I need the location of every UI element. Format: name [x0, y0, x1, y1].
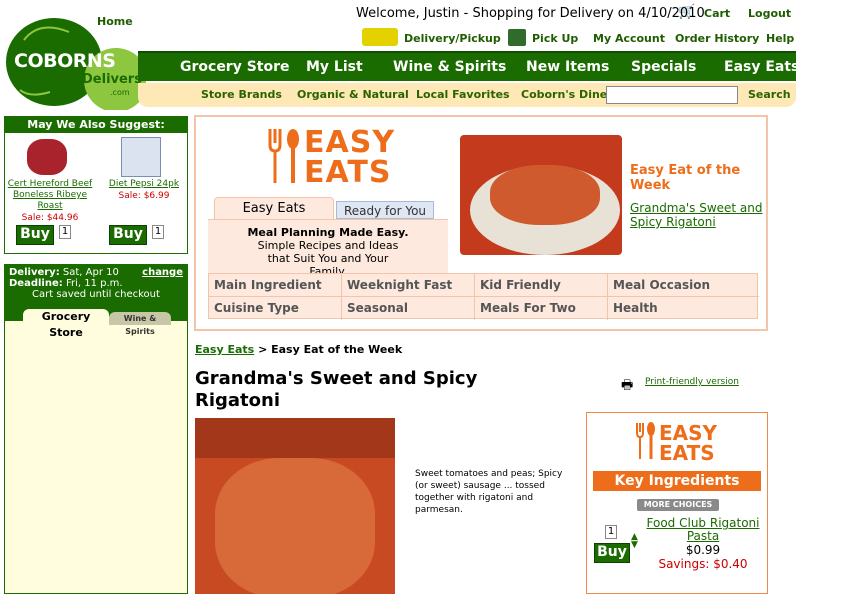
delivery-truck-icon: [362, 28, 398, 46]
logo-text: COBORNS: [14, 50, 116, 72]
ki-logo-bottom: EATS: [659, 441, 715, 465]
nav-grocery-store[interactable]: Grocery Store: [180, 59, 290, 75]
help-link[interactable]: Help: [766, 32, 794, 45]
search-button[interactable]: Search: [748, 88, 791, 101]
category-grid: Main Ingredient Weeknight Fast Kid Frien…: [208, 273, 759, 320]
easy-eats-logo-bottom: EATS: [304, 155, 392, 190]
tab-easy-eats[interactable]: Easy Eats: [214, 197, 334, 219]
more-choices-button[interactable]: MORE CHOICES: [637, 499, 719, 511]
breadcrumb-current: > Easy Eat of the Week: [254, 343, 403, 356]
main-nav: Grocery Store My List Wine & Spirits New…: [138, 51, 799, 81]
fork-spoon-icon: [268, 129, 299, 183]
recipe-title: Grandma's Sweet and Spicy Rigatoni: [195, 368, 478, 411]
subnav-store-brands[interactable]: Store Brands: [201, 88, 282, 101]
ki-item-price: $0.99: [685, 543, 721, 557]
ki-title: Key Ingredients: [593, 471, 761, 491]
qty-input[interactable]: 1: [152, 225, 164, 239]
deadline-label: Deadline:: [9, 278, 63, 289]
breadcrumb-link[interactable]: Easy Eats: [195, 343, 254, 356]
print-link[interactable]: Print-friendly version: [645, 377, 739, 387]
nav-wine-spirits[interactable]: Wine & Spirits: [393, 59, 506, 75]
pepsi-image[interactable]: [121, 137, 161, 177]
suggest-item-price: Sale: $6.99: [118, 191, 170, 201]
nav-specials[interactable]: Specials: [631, 59, 696, 75]
recipe-image: [195, 418, 395, 594]
category-cuisine-type[interactable]: Cuisine Type: [209, 297, 342, 320]
nav-my-list[interactable]: My List: [306, 59, 363, 75]
tagline-bold: Meal Planning Made Easy.: [247, 226, 409, 239]
category-meal-occasion[interactable]: Meal Occasion: [608, 274, 759, 297]
category-health[interactable]: Health: [608, 297, 759, 320]
subnav-organic[interactable]: Organic & Natural: [297, 88, 409, 101]
logout-link[interactable]: Logout: [748, 7, 791, 20]
welcome-text: Welcome, Justin - Shopping for Delivery …: [356, 6, 705, 21]
pickup-link[interactable]: Pick Up: [532, 32, 578, 45]
category-seasonal[interactable]: Seasonal: [342, 297, 475, 320]
deadline-value: Fri, 11 p.m.: [65, 278, 123, 289]
search-input[interactable]: [606, 86, 738, 104]
tab-grocery-store[interactable]: Grocery Store: [23, 309, 109, 339]
logo-com: .com: [110, 88, 130, 97]
buy-button[interactable]: Buy: [109, 225, 147, 245]
delivery-panel: Delivery: Sat, Apr 10 change Deadline: F…: [4, 264, 188, 594]
subnav-diner[interactable]: Coborn's Diner: [521, 88, 613, 101]
nav-new-items[interactable]: New Items: [526, 59, 609, 75]
delivery-label: Delivery:: [9, 267, 60, 278]
featured-recipe-image[interactable]: [460, 135, 622, 255]
subnav-local[interactable]: Local Favorites: [416, 88, 510, 101]
category-kid-friendly[interactable]: Kid Friendly: [475, 274, 608, 297]
printer-icon[interactable]: 🖶: [621, 376, 633, 398]
cart-saved-text: Cart saved until checkout: [32, 289, 160, 300]
suggest-item-name[interactable]: Diet Pepsi 24pk: [101, 179, 187, 189]
suggest-title: May We Also Suggest:: [5, 117, 187, 133]
bag-icon: [508, 29, 526, 46]
my-account-link[interactable]: My Account: [593, 32, 665, 45]
tab-ready-for-you[interactable]: Ready for You: [336, 201, 434, 219]
qty-input[interactable]: 1: [59, 225, 71, 239]
delivery-pickup-link[interactable]: Delivery/Pickup: [404, 32, 501, 45]
category-weeknight-fast[interactable]: Weeknight Fast: [342, 274, 475, 297]
suggest-item-name[interactable]: Cert Hereford Beef Boneless Ribeye Roast: [7, 179, 93, 212]
ki-item-name[interactable]: Food Club Rigatoni Pasta: [645, 517, 761, 543]
qty-input[interactable]: 1: [605, 525, 617, 539]
easy-eats-banner: EASY EATS Easy Eats Ready for You Meal P…: [194, 115, 768, 331]
logo-sub: Delivers: [82, 72, 142, 87]
nav-easy-eats[interactable]: Easy Eats: [724, 59, 799, 75]
suggest-panel: May We Also Suggest: Cert Hereford Beef …: [4, 116, 188, 254]
buy-button[interactable]: Buy: [594, 543, 630, 563]
ribeye-image[interactable]: [27, 139, 67, 175]
buy-button[interactable]: Buy: [16, 225, 54, 245]
stepper-arrows-icon[interactable]: ▲ ▼: [631, 533, 638, 550]
fork-spoon-icon: [636, 422, 655, 459]
feature-title: Easy Eat of the Week: [630, 163, 741, 193]
recipe-description: Sweet tomatoes and peas; Spicy (or sweet…: [415, 469, 563, 515]
home-link[interactable]: Home: [97, 15, 133, 28]
change-link[interactable]: change: [142, 267, 183, 278]
category-main-ingredient[interactable]: Main Ingredient: [209, 274, 342, 297]
tab-wine-spirits[interactable]: Wine & Spirits: [109, 312, 171, 336]
category-meals-for-two[interactable]: Meals For Two: [475, 297, 608, 320]
suggest-item-price: Sale: $44.96: [21, 213, 79, 223]
breadcrumb: Easy Eats > Easy Eat of the Week: [195, 343, 402, 356]
delivery-value: Sat, Apr 10: [62, 267, 119, 278]
cart-link[interactable]: Cart: [704, 7, 730, 20]
feature-recipe-link[interactable]: Grandma's Sweet and Spicy Rigatoni: [630, 201, 764, 229]
order-history-link[interactable]: Order History: [675, 32, 759, 45]
key-ingredients-panel: EASY EATS Key Ingredients MORE CHOICES 1…: [586, 412, 768, 594]
ki-item-savings: Savings: $0.40: [658, 557, 748, 571]
